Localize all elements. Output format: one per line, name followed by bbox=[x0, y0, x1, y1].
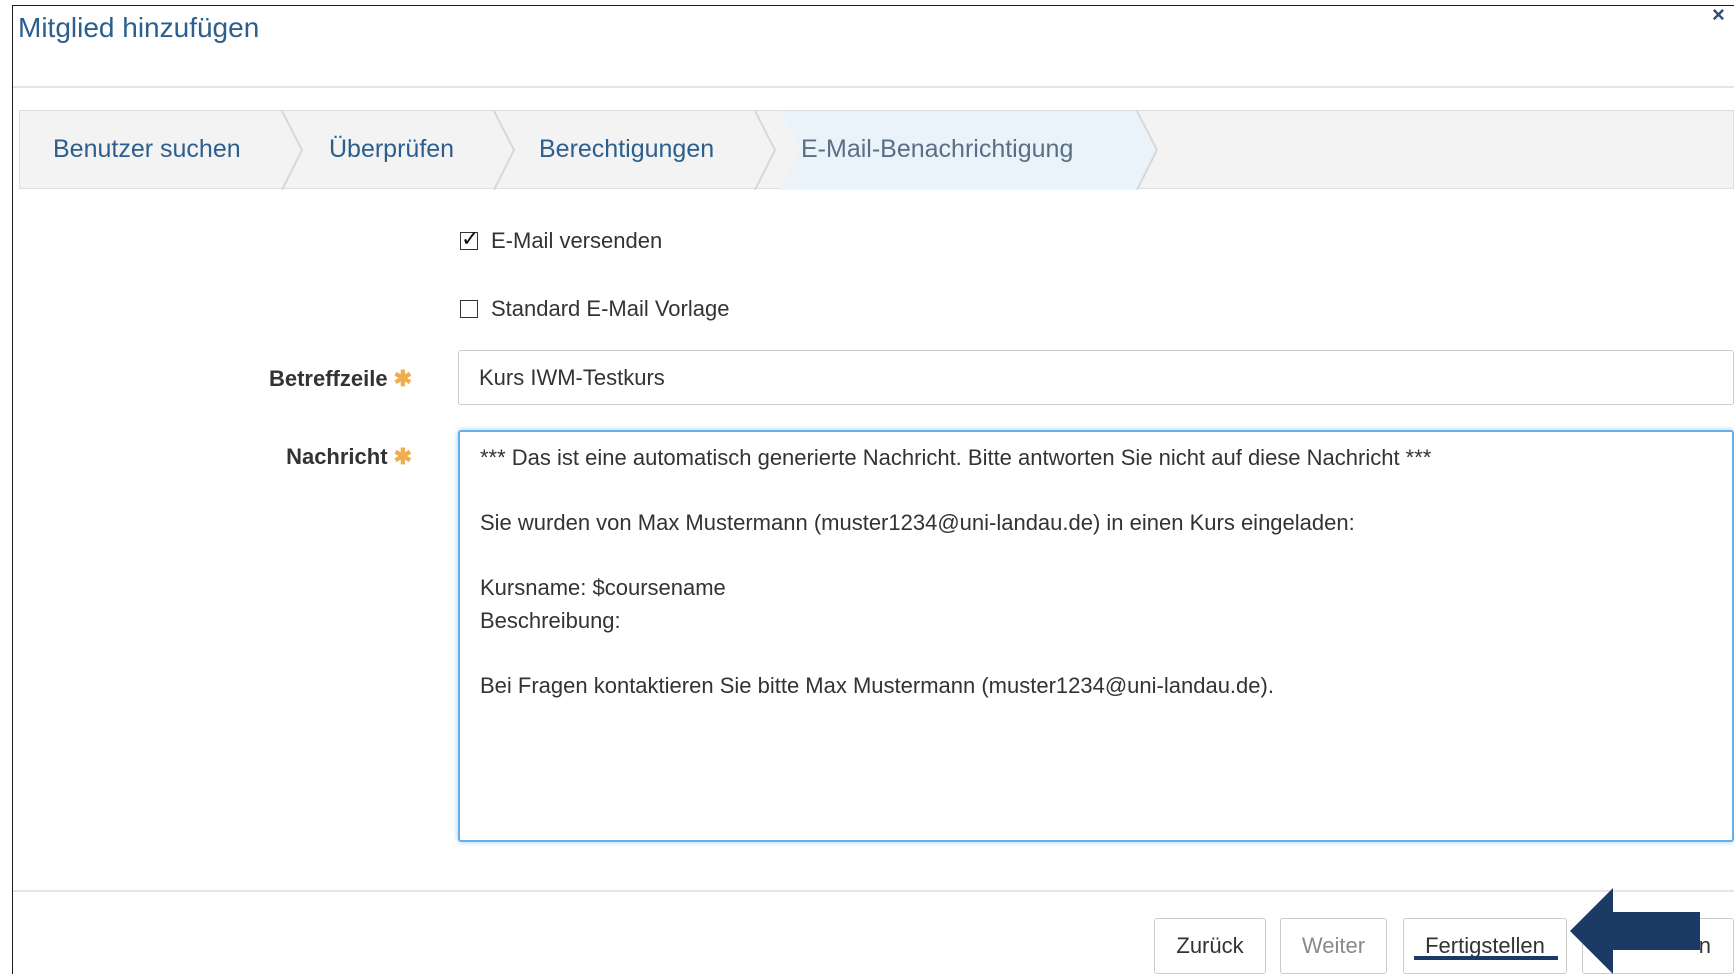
wizard-steps: Benutzer suchen Überprüfen Berechtigunge… bbox=[19, 110, 1734, 190]
subject-label-text: Betreffzeile bbox=[268, 366, 388, 391]
back-button[interactable]: Zurück bbox=[1154, 918, 1266, 974]
standard-template-label: Standard E-Mail Vorlage bbox=[491, 296, 730, 321]
next-button[interactable]: Weiter bbox=[1280, 918, 1387, 974]
step-email-benachrichtigung[interactable]: E-Mail-Benachrichtigung bbox=[801, 135, 1073, 164]
subject-label: Betreffzeile ✱ bbox=[200, 366, 412, 392]
finish-underline-annotation bbox=[1414, 956, 1558, 960]
message-textarea[interactable]: *** Das ist eine automatisch generierte … bbox=[458, 430, 1734, 842]
message-label-text: Nachricht bbox=[286, 444, 388, 469]
send-email-label: E-Mail versenden bbox=[491, 228, 663, 253]
send-email-checkbox[interactable]: ✓ bbox=[460, 227, 479, 251]
arrow-left-icon bbox=[1570, 888, 1700, 974]
checkmark-icon: ✓ bbox=[461, 226, 480, 251]
dialog-title: Mitglied hinzufügen bbox=[18, 12, 260, 43]
step-berechtigungen[interactable]: Berechtigungen bbox=[539, 135, 714, 164]
header-divider bbox=[13, 86, 1734, 88]
required-icon: ✱ bbox=[393, 444, 412, 469]
standard-template-checkbox[interactable] bbox=[460, 300, 478, 318]
subject-input[interactable] bbox=[458, 350, 1734, 405]
message-label: Nachricht ✱ bbox=[200, 444, 412, 470]
required-icon: ✱ bbox=[393, 366, 412, 391]
finish-button[interactable]: Fertigstellen bbox=[1403, 918, 1567, 974]
step-benutzer-suchen[interactable]: Benutzer suchen bbox=[53, 135, 241, 164]
close-icon[interactable]: × bbox=[1712, 2, 1725, 28]
footer-divider bbox=[13, 890, 1734, 892]
step-ueberpruefen[interactable]: Überprüfen bbox=[329, 135, 454, 164]
